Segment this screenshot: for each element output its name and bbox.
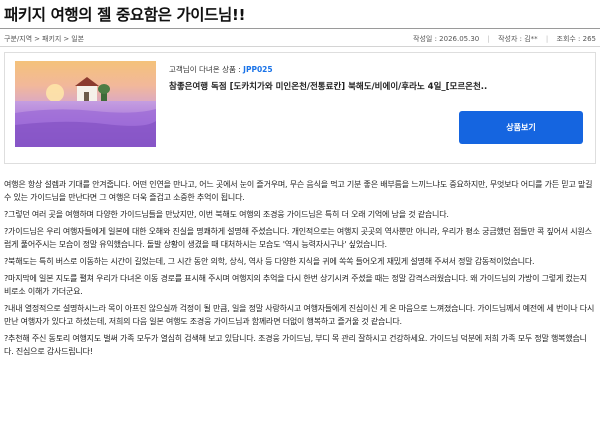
page-title: 패키지 여행의 젤 중요함은 가이드님!!	[4, 6, 246, 24]
breadcrumb-separator: >	[34, 35, 40, 43]
review-paragraph: ?가이드님은 우리 여행자들에게 일본에 대한 오해와 진실을 명쾌하게 설명해…	[4, 227, 592, 249]
view-product-button[interactable]: 상품보기	[459, 111, 583, 144]
review-paragraph: ?북해도는 특히 버스로 이동하는 시간이 길었는데, 그 시간 동안 의학, …	[4, 257, 535, 266]
review-paragraph: ?내내 열정적으로 설명하시느라 목이 아프진 않으실까 걱정이 될 만큼, 일…	[4, 304, 595, 326]
product-code-value: JPP025	[243, 65, 273, 74]
post-meta-row: 구분/지역 > 패키지 > 일본 작성일 : 2026.05.30 | 작성자 : 김*…	[0, 31, 600, 47]
breadcrumb: 구분/지역 > 패키지 > 일본	[4, 34, 84, 44]
lavender-field-photo-icon	[15, 61, 156, 147]
post-meta-info: 작성일 : 2026.05.30 | 작성자 : 김** | 조회수 : 265	[407, 34, 596, 44]
meta-divider: |	[545, 35, 549, 43]
post-date: 작성일 : 2026.05.30	[413, 35, 480, 43]
title-divider	[0, 28, 600, 29]
post-author: 작성자 : 김**	[498, 35, 538, 43]
review-paragraph: ?그렇던 여러 곳을 여행하며 다양한 가이드님들을 만났지만, 이번 북해도 …	[4, 210, 449, 219]
meta-divider: |	[487, 35, 490, 43]
product-image[interactable]	[15, 61, 156, 147]
meta-divider-line	[0, 46, 600, 47]
product-card: 고객님이 다녀온 상품 : JPP025 참좋은여행 독점 [도카치가와 미인온…	[4, 52, 596, 164]
breadcrumb-item-japan[interactable]: 일본	[71, 34, 84, 44]
review-content: 여행은 항상 설렘과 기대를 안겨줍니다. 어떤 인연을 만나고, 어느 곳에서…	[4, 178, 596, 362]
product-info: 고객님이 다녀온 상품 : JPP025 참좋은여행 독점 [도카치가와 미인온…	[169, 64, 589, 92]
review-paragraph: 여행은 항상 설렘과 기대를 안겨줍니다. 어떤 인연을 만나고, 어느 곳에서…	[4, 180, 593, 202]
product-name[interactable]: 참좋은여행 독점 [도카치가와 미인온천/전통료칸] 북해도/비에이/후라노 4…	[169, 80, 549, 92]
post-views: 조회수 : 265	[556, 35, 597, 43]
review-paragraph: ?추천해 주신 동토리 여행지도 벌써 가족 모두가 열심히 검색해 보고 있답…	[4, 334, 587, 356]
product-code-line: 고객님이 다녀온 상품 : JPP025	[169, 64, 589, 75]
review-paragraph: ?마지막에 일본 지도를 펼쳐 우리가 다녀온 이동 경로를 표시해 주시며 여…	[4, 274, 587, 296]
product-code-label: 고객님이 다녀온 상품 :	[169, 65, 241, 74]
breadcrumb-item-category[interactable]: 구분/지역	[4, 34, 32, 44]
breadcrumb-separator: >	[63, 35, 70, 43]
breadcrumb-item-package[interactable]: 패키지	[42, 34, 61, 44]
